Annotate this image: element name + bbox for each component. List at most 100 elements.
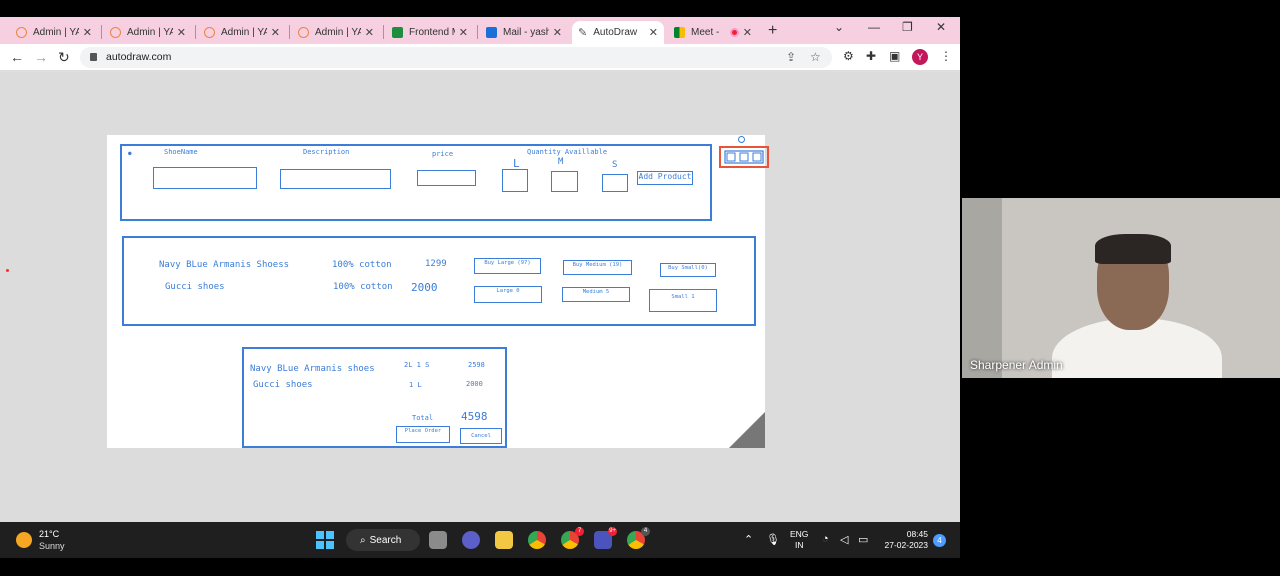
star-icon[interactable]: ☆ — [810, 50, 821, 64]
minimize-icon[interactable]: — — [868, 20, 880, 34]
tab-frontend[interactable]: Frontend M ✕ — [386, 21, 474, 44]
restore-icon[interactable]: ❐ — [902, 20, 913, 34]
recording-icon — [729, 28, 739, 37]
buy-small-button[interactable]: Buy Small(0) — [660, 263, 716, 277]
window-close-icon[interactable]: ✕ — [936, 20, 946, 34]
tab-admin-1[interactable]: Admin | YA ✕ — [10, 21, 98, 44]
close-icon[interactable]: ✕ — [459, 26, 468, 39]
tab-divider — [195, 25, 196, 39]
tab-divider — [383, 25, 384, 39]
cancel-label: Cancel — [471, 433, 491, 439]
quantity-l-field[interactable] — [502, 169, 528, 192]
reload-icon[interactable]: ↻ — [58, 49, 70, 66]
tab-divider — [289, 25, 290, 39]
outlook-icon — [486, 27, 497, 38]
new-tab-icon[interactable]: + — [768, 22, 777, 40]
chrome-icon[interactable] — [528, 531, 546, 549]
shoename-field[interactable] — [153, 167, 257, 189]
buy-large-label: Buy Large (97) — [484, 260, 531, 266]
tab-label: Meet - — [691, 27, 720, 38]
add-product-button[interactable]: Add Product — [637, 171, 693, 185]
forward-icon[interactable]: → — [34, 49, 48, 65]
weather-temperature[interactable]: 21°C — [39, 529, 59, 539]
buy-large-button[interactable]: Large 0 — [474, 286, 542, 303]
buy-large-button[interactable]: Buy Large (97) — [474, 258, 541, 274]
puzzle-icon[interactable]: ✚ — [866, 49, 876, 63]
extension-icon[interactable]: ⚙ — [843, 49, 854, 63]
chevron-down-icon[interactable]: ⌄ — [834, 20, 844, 34]
close-icon[interactable]: ✕ — [177, 26, 186, 39]
volume-icon[interactable]: ◁ — [840, 533, 848, 546]
chrome-icon[interactable]: 7 — [561, 527, 584, 549]
close-icon[interactable]: ✕ — [649, 26, 658, 39]
sidepanel-icon[interactable]: ▣ — [889, 49, 900, 63]
price-field[interactable] — [417, 170, 476, 186]
cart-item-amount: 2000 — [466, 380, 483, 388]
tab-strip: Admin | YA ✕ Admin | YA ✕ Admin | YA ✕ A… — [0, 17, 960, 44]
meet-icon — [674, 27, 685, 38]
tab-meet[interactable]: Meet - ✕ — [668, 21, 758, 44]
doodle-icon — [724, 150, 764, 164]
close-icon[interactable]: ✕ — [553, 26, 562, 39]
tab-autodraw[interactable]: ✎ AutoDraw ✕ — [572, 21, 664, 44]
back-icon[interactable]: ← — [10, 49, 24, 65]
description-field[interactable] — [280, 169, 391, 189]
windows-start-icon[interactable] — [316, 531, 334, 549]
tab-admin-2[interactable]: Admin | YA ✕ — [104, 21, 192, 44]
avatar[interactable]: Y — [912, 49, 928, 65]
close-icon[interactable]: ✕ — [271, 26, 280, 39]
tab-admin-3[interactable]: Admin | YA ✕ — [198, 21, 286, 44]
admin-icon — [16, 27, 27, 38]
share-icon[interactable]: ⇪ — [786, 50, 796, 64]
drawing-canvas[interactable]: ● ShoeName Description price Quantity Av… — [107, 135, 769, 448]
weather-condition[interactable]: Sunny — [39, 541, 65, 551]
cart-item-qty: 1 L — [409, 381, 422, 389]
teams-icon[interactable]: 9+ — [594, 527, 617, 549]
rotate-handle[interactable] — [738, 136, 745, 143]
language-indicator[interactable]: ENG IN — [790, 529, 808, 551]
header-shoename: ShoeName — [164, 148, 198, 156]
battery-icon[interactable]: ▭ — [858, 533, 868, 546]
buy-medium-button[interactable]: Buy Medium (19) — [563, 260, 632, 275]
product-desc: 100% cotton — [332, 260, 392, 270]
buy-small-button[interactable]: Small 1 — [649, 289, 717, 312]
microphone-icon[interactable]: 🎙 — [766, 533, 780, 546]
bullet: ● — [128, 150, 132, 157]
quantity-s-field[interactable] — [602, 174, 628, 192]
cancel-button[interactable]: Cancel — [460, 428, 502, 444]
header-size-s: S — [612, 160, 618, 170]
tab-label: Admin | YA — [315, 27, 361, 38]
chat-icon[interactable] — [462, 531, 480, 549]
header-size-m: M — [558, 157, 564, 167]
autodraw-icon: ✎ — [578, 27, 588, 39]
close-icon[interactable]: ✕ — [743, 26, 752, 39]
sun-icon[interactable] — [16, 532, 32, 548]
sheets-icon — [392, 27, 403, 38]
tab-label: Admin | YA — [127, 27, 173, 38]
page-corner — [729, 412, 765, 448]
admin-icon — [298, 27, 309, 38]
url-text: autodraw.com — [106, 51, 172, 63]
notification-count[interactable]: 4 — [933, 534, 946, 547]
product-desc: 100% cotton — [333, 282, 393, 292]
taskbar: 21°C Sunny ⌕ Search 7 9+ 4 ⌃ 🎙 ENG IN ◔ … — [0, 522, 960, 558]
close-icon[interactable]: ✕ — [365, 26, 374, 39]
place-order-button[interactable]: Place Order — [396, 426, 450, 443]
wifi-icon[interactable]: ◔ — [822, 533, 829, 545]
cart-item-qty: 2L 1 S — [404, 361, 430, 369]
tab-admin-4[interactable]: Admin | YA ✕ — [292, 21, 380, 44]
selected-shape[interactable] — [719, 146, 769, 168]
quantity-m-field[interactable] — [551, 171, 578, 192]
tab-mail[interactable]: Mail - yash ✕ — [480, 21, 568, 44]
file-explorer-icon[interactable] — [495, 531, 513, 549]
chevron-up-icon[interactable]: ⌃ — [744, 533, 753, 546]
taskbar-search[interactable]: ⌕ Search — [346, 529, 420, 551]
clock[interactable]: 08:45 27-02-2023 — [880, 529, 928, 551]
close-icon[interactable]: ✕ — [83, 26, 92, 39]
address-bar[interactable]: autodraw.com ⇪ ☆ — [80, 47, 832, 68]
task-view-icon[interactable] — [429, 531, 447, 549]
tab-label: AutoDraw — [593, 27, 638, 38]
chrome-icon[interactable]: 4 — [627, 527, 650, 549]
menu-icon[interactable]: ⋮ — [940, 49, 952, 63]
buy-medium-button[interactable]: Medium 5 — [562, 287, 630, 302]
